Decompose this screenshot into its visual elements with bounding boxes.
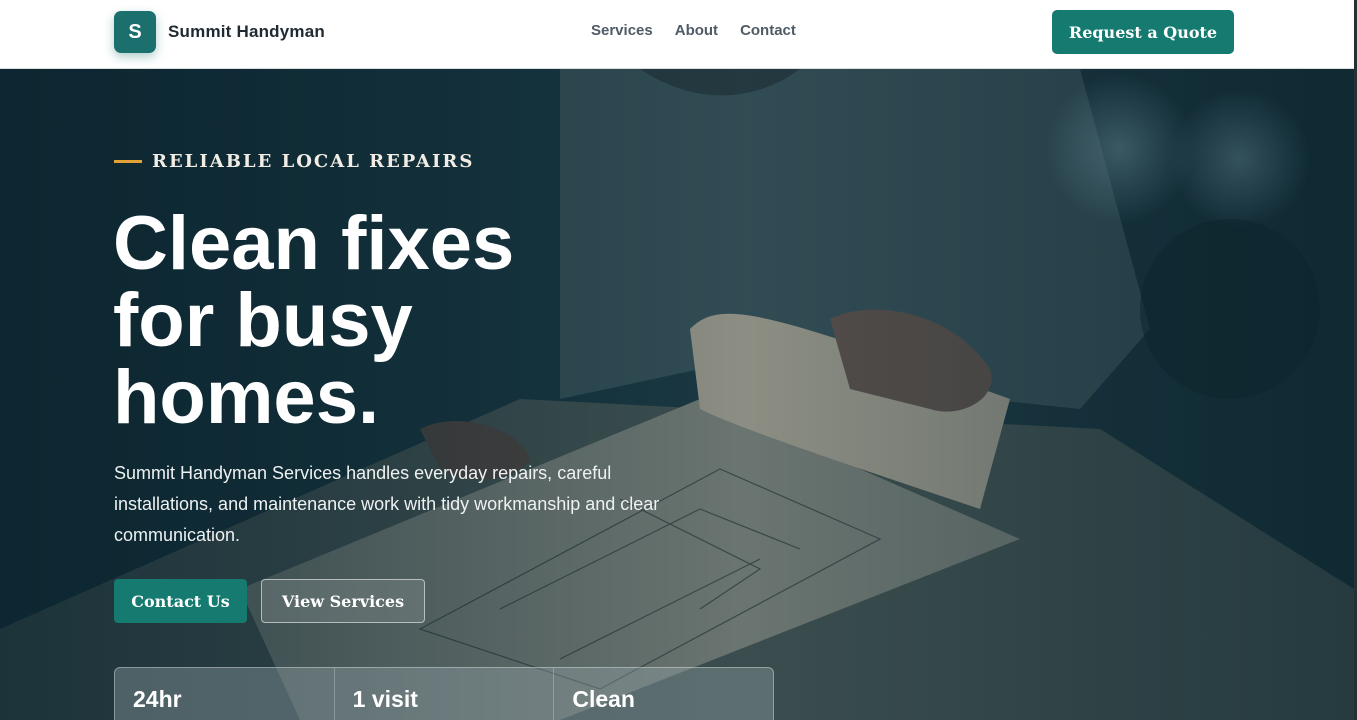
hero-description: Summit Handyman Services handles everyda… [114,463,660,545]
stat-24hr: 24hr [115,668,335,720]
contact-us-button[interactable]: Contact Us [114,579,247,623]
nav-link-contact[interactable]: Contact [740,22,796,39]
hero-eyebrow: RELIABLE LOCAL REPAIRS [114,151,474,172]
site-header: S Summit Handyman Services About Contact… [0,0,1357,69]
stat-1-visit: 1 visit [335,668,555,720]
headline-line-1: Clean fixes [113,201,515,286]
brand-name[interactable]: Summit Handyman [168,22,325,42]
stats-bar: 24hr 1 visit Clean [114,667,774,720]
stat-clean: Clean [572,686,635,712]
logo-mark[interactable]: S [114,11,156,53]
nav-link-services[interactable]: Services [591,22,653,39]
nav-link-about[interactable]: About [675,22,718,39]
eyebrow-text: RELIABLE LOCAL REPAIRS [152,151,475,172]
main-nav: Services About Contact [591,22,796,39]
request-quote-button[interactable]: Request a Quote [1052,10,1234,54]
headline-line-3: homes. [113,355,380,440]
headline-line-2: for busy [113,278,413,363]
view-services-button[interactable]: View Services [261,579,425,623]
eyebrow-accent-line [114,160,142,163]
hero-headline: Clean fixes for busy homes. [113,205,673,436]
